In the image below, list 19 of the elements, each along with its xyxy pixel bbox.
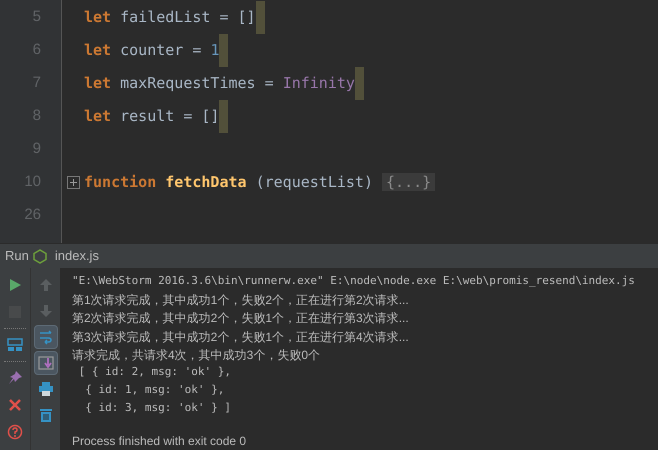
- run-tab[interactable]: index.js: [54, 246, 99, 266]
- code-line: let maxRequestTimes = Infinity: [84, 73, 355, 94]
- code-line: let failedList = []: [84, 7, 256, 28]
- console-line: 第2次请求完成，其中成功2个，失败1个，正在进行第3次请求...: [72, 310, 410, 328]
- console-line: { id: 3, msg: 'ok' } ]: [84, 400, 232, 416]
- console-line: Process finished with exit code 0: [72, 432, 248, 450]
- console-line: 第3次请求完成，其中成功2个，失败1个，正在进行第4次请求...: [72, 328, 410, 346]
- scroll-to-end-icon[interactable]: [34, 351, 58, 375]
- console-line: 第1次请求完成，其中成功1个，失败2个，正在进行第2次请求...: [72, 292, 410, 310]
- console-line: "E:\WebStorm 2016.3.6\bin\runnerw.exe" E:\node\node.exe E:\web\promis_resend\index.js: [72, 273, 636, 289]
- console-line: [ { id: 2, msg: 'ok' },: [78, 364, 232, 380]
- console-line: { id: 1, msg: 'ok' },: [84, 382, 226, 398]
- console-line: 请求完成，共请求4次，其中成功3个，失败0个: [72, 346, 322, 364]
- panel-title: Run: [5, 247, 29, 266]
- code-line: let counter = 1: [84, 40, 220, 62]
- code-line: function fetchData (requestList) {...}: [84, 171, 436, 194]
- code-line: let result = []: [84, 106, 220, 128]
- soft-wrap-icon[interactable]: [34, 325, 58, 349]
- fold-icon[interactable]: [67, 176, 80, 189]
